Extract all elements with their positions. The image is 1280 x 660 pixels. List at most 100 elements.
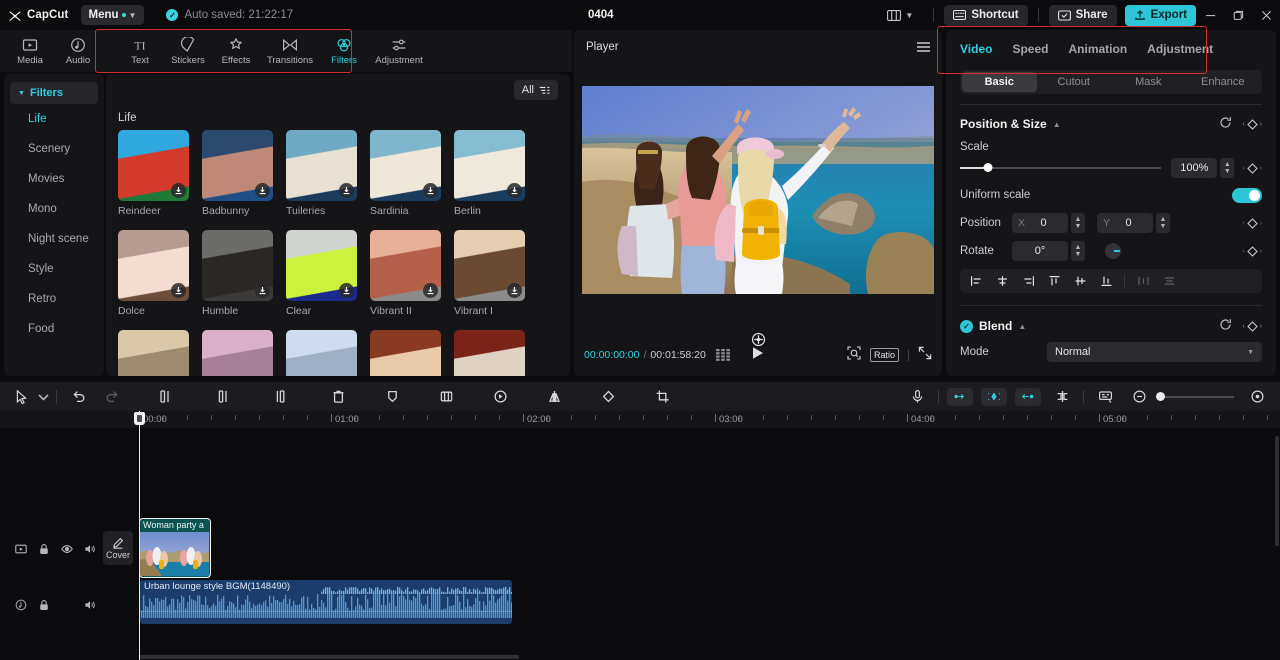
download-icon[interactable] <box>423 283 438 298</box>
sidebar-item-food[interactable]: Food <box>4 314 104 344</box>
keyframe-next-icon[interactable] <box>1015 387 1041 406</box>
keyframe-prev-icon[interactable] <box>947 387 973 406</box>
filter-cell[interactable]: Clear <box>286 230 357 317</box>
maximize-button[interactable] <box>1224 0 1252 30</box>
filter-thumbnail[interactable] <box>454 130 525 201</box>
zoom-out-icon[interactable] <box>1122 382 1156 411</box>
blend-enabled-checkbox[interactable]: ✓ <box>960 319 973 333</box>
segment-mask[interactable]: Mask <box>1111 72 1186 92</box>
shortcut-button[interactable]: Shortcut <box>944 4 1028 26</box>
tab-video[interactable]: Video <box>960 42 992 56</box>
filter-cell[interactable]: Berlin <box>454 130 525 217</box>
filter-cell[interactable]: Badbunny <box>202 130 273 217</box>
minimize-button[interactable] <box>1196 0 1224 30</box>
filter-thumbnail[interactable] <box>202 230 273 301</box>
zoom-in-icon[interactable] <box>1240 382 1274 411</box>
filter-cell[interactable]: Dolce <box>118 230 189 317</box>
tab-speed[interactable]: Speed <box>1012 42 1048 56</box>
download-icon[interactable] <box>255 183 270 198</box>
keyframe-diamond-icon[interactable]: ‹ › <box>1242 320 1262 332</box>
audio-track-icon[interactable] <box>12 596 29 613</box>
filter-thumbnail[interactable] <box>286 130 357 201</box>
split-icon[interactable] <box>147 382 181 411</box>
filter-thumbnail[interactable] <box>454 330 525 376</box>
rotate-keyframe-icon[interactable]: ‹ › <box>1242 245 1262 257</box>
toolbar-tab-effects[interactable]: Effects <box>212 30 260 72</box>
rotate-stepper[interactable]: ▲ ▼ <box>1071 241 1085 261</box>
undo-icon[interactable] <box>61 382 95 411</box>
sidebar-item-mono[interactable]: Mono <box>4 194 104 224</box>
filter-thumbnail[interactable] <box>286 330 357 376</box>
filter-thumbnail[interactable] <box>118 230 189 301</box>
video-clip[interactable]: Woman party a <box>139 518 211 578</box>
chevron-up-icon[interactable]: ▲ <box>1018 322 1026 331</box>
freeze-icon[interactable] <box>429 382 463 411</box>
redo-icon[interactable] <box>95 382 129 411</box>
align-middle-v-icon[interactable] <box>1068 271 1092 291</box>
marker-icon[interactable] <box>375 382 409 411</box>
cover-button[interactable]: Cover <box>103 531 133 565</box>
segment-cutout[interactable]: Cutout <box>1037 72 1112 92</box>
share-button[interactable]: Share <box>1048 4 1117 26</box>
filter-thumbnail[interactable] <box>286 230 357 301</box>
filter-cell[interactable]: Tuileries <box>286 130 357 217</box>
filter-cell[interactable] <box>118 330 189 376</box>
filter-thumbnail[interactable] <box>370 130 441 201</box>
delete-icon[interactable] <box>321 382 355 411</box>
sidebar-item-retro[interactable]: Retro <box>4 284 104 314</box>
rotate-dial[interactable] <box>1105 243 1121 259</box>
sidebar-item-style[interactable]: Style <box>4 254 104 284</box>
filter-cell[interactable] <box>370 330 441 376</box>
close-button[interactable] <box>1252 0 1280 30</box>
keyframe-diamond-icon[interactable]: ‹ › <box>1242 118 1262 130</box>
timeline-ruler[interactable]: 00:00 01:00 02:00 03:00 04:00 05:00 <box>0 411 1280 428</box>
position-keyframe-icon[interactable]: ‹ › <box>1242 217 1262 229</box>
filter-thumbnail[interactable] <box>118 330 189 376</box>
fullscreen-icon[interactable] <box>918 346 932 365</box>
select-arrow-icon[interactable] <box>8 382 34 411</box>
toolbar-tab-transitions[interactable]: Transitions <box>260 30 320 72</box>
ratio-button[interactable]: Ratio <box>869 348 899 362</box>
timeline-zoom-handle[interactable] <box>1156 391 1165 401</box>
download-icon[interactable] <box>423 183 438 198</box>
tab-adjustment[interactable]: Adjustment <box>1147 42 1213 56</box>
filter-cell[interactable] <box>286 330 357 376</box>
filter-cell[interactable] <box>202 330 273 376</box>
sidebar-item-movies[interactable]: Movies <box>4 164 104 194</box>
filter-cell[interactable]: Sardinia <box>370 130 441 217</box>
chevron-down-icon[interactable] <box>34 382 52 411</box>
timeline-zoom-slider[interactable] <box>1156 391 1234 401</box>
download-icon[interactable] <box>171 183 186 198</box>
thumbnail-toggle-icon[interactable] <box>12 540 29 557</box>
filter-cell[interactable]: Reindeer <box>118 130 189 217</box>
scale-stepper[interactable]: ▲ ▼ <box>1220 158 1235 178</box>
scale-keyframe-icon[interactable]: ‹ › <box>1242 162 1262 174</box>
uniform-scale-toggle[interactable] <box>1232 187 1262 203</box>
sidebar-item-life[interactable]: Life <box>4 104 104 134</box>
filter-thumbnail[interactable] <box>370 230 441 301</box>
download-icon[interactable] <box>507 283 522 298</box>
all-filter-button[interactable]: All <box>513 80 558 100</box>
download-icon[interactable] <box>507 183 522 198</box>
sidebar-item-scenery[interactable]: Scenery <box>4 134 104 164</box>
hamburger-icon[interactable] <box>917 42 930 52</box>
crop-icon[interactable] <box>645 382 679 411</box>
align-right-icon[interactable] <box>1016 271 1040 291</box>
playhead[interactable] <box>134 411 145 660</box>
lock-icon[interactable] <box>35 596 52 613</box>
scale-value-input[interactable]: 100% <box>1171 158 1218 178</box>
volume-icon[interactable] <box>81 540 98 557</box>
toolbar-tab-adjustment[interactable]: Adjustment <box>368 30 430 72</box>
sidebar-header-filters[interactable]: ▼ Filters <box>10 82 98 104</box>
download-icon[interactable] <box>255 283 270 298</box>
playhead-handle[interactable] <box>134 412 145 425</box>
position-y-input[interactable]: Y 0 <box>1097 213 1153 233</box>
toolbar-tab-audio[interactable]: Audio <box>54 30 102 72</box>
reverse-icon[interactable] <box>483 382 517 411</box>
download-icon[interactable] <box>171 283 186 298</box>
filter-cell[interactable]: Humble <box>202 230 273 317</box>
scale-slider[interactable] <box>960 163 1162 172</box>
align-top-icon[interactable] <box>1042 271 1066 291</box>
scale-slider-handle[interactable] <box>983 163 993 172</box>
chevron-up-icon[interactable]: ▲ <box>1053 120 1061 129</box>
